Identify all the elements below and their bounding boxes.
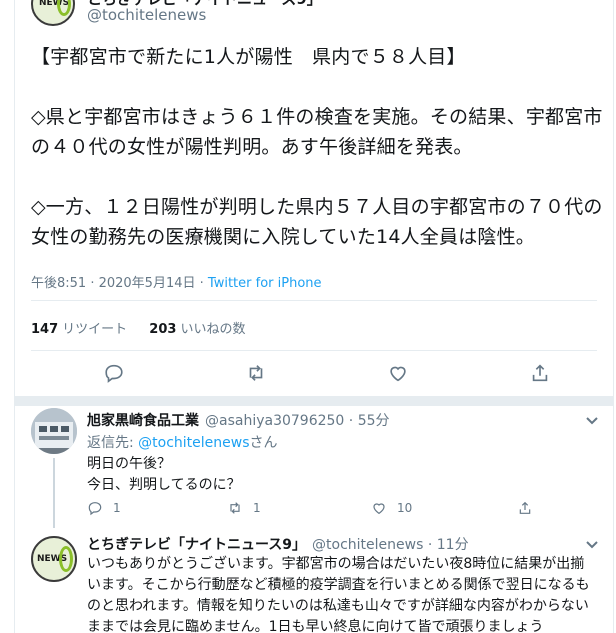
retweet-count: 1: [253, 501, 261, 515]
reply-tweet[interactable]: NEWS とちぎテレビ「ナイトニュース9」 @tochitelenews · 11…: [15, 530, 613, 633]
reply-header: とちぎテレビ「ナイトニュース9」 @tochitelenews · 11分: [87, 534, 469, 554]
share-icon: [532, 364, 548, 382]
heart-icon: [373, 503, 385, 515]
share-button[interactable]: [529, 362, 553, 386]
retweet-icon: [230, 502, 240, 514]
reply-icon: [88, 502, 102, 516]
nine-logo-icon: [59, 546, 73, 572]
reply-time[interactable]: · 55分: [349, 413, 390, 429]
more-options-button[interactable]: [585, 412, 599, 426]
avatar[interactable]: NEWS: [31, 0, 75, 26]
reply-author-name[interactable]: とちぎテレビ「ナイトニュース9」: [87, 537, 306, 553]
retweets-count: 147: [31, 322, 59, 337]
tweet-stats: 147 リツイート 203 いいねの数: [31, 318, 263, 337]
likes-label: いいねの数: [180, 322, 246, 337]
more-options-button[interactable]: [585, 536, 599, 550]
retweet-icon: [249, 365, 263, 381]
reply-icon: [105, 364, 123, 383]
tweet-actions: [15, 362, 613, 390]
avatar[interactable]: NEWS: [31, 536, 77, 582]
reply-time[interactable]: · 11分: [428, 537, 469, 553]
reply-author-handle[interactable]: @asahiya30796250: [205, 413, 344, 429]
reply-button[interactable]: [103, 362, 127, 386]
like-button[interactable]: 10: [371, 498, 412, 518]
likes-count: 203: [149, 322, 177, 337]
retweets-stat[interactable]: 147 リツイート: [31, 322, 127, 337]
share-button[interactable]: [517, 498, 543, 518]
chevron-down-icon: [586, 541, 598, 549]
reply-button[interactable]: 1: [87, 498, 121, 518]
reply-author-name[interactable]: 旭家黒崎食品工業: [87, 413, 199, 429]
reply-to-prefix: 返信先:: [87, 435, 139, 451]
chevron-down-icon: [586, 417, 598, 425]
building-photo-icon: [31, 408, 77, 454]
reply-tweet[interactable]: 旭家黒崎食品工業 @asahiya30796250 · 55分 返信先: @toc…: [15, 406, 613, 528]
reply-to-line: 返信先: @tochitelenewsさん: [87, 432, 278, 452]
tweet-text: 【宇都宮市で新たに1人が陽性 県内で５８人目】 ◇県と宇都宮市はきょう６１件の検…: [31, 46, 603, 248]
reply-author-handle[interactable]: @tochitelenews: [312, 537, 423, 553]
reply-header: 旭家黒崎食品工業 @asahiya30796250 · 55分: [87, 410, 390, 430]
avatar[interactable]: [31, 408, 77, 454]
nine-logo-icon: [57, 0, 71, 16]
reply-count: 1: [113, 501, 121, 515]
tweet-timestamp[interactable]: 午後8:51 · 2020年5月14日: [31, 276, 196, 291]
like-count: 10: [397, 501, 413, 515]
meta-separator: ·: [199, 276, 204, 291]
tweet-meta: 午後8:51 · 2020年5月14日 · Twitter for iPhone: [31, 272, 322, 291]
tweet-detail-panel: NEWS とちぎテレビ「ナイトニュース9」 @tochitelenews 【宇都…: [14, 0, 614, 633]
share-icon: [519, 501, 531, 514]
divider: [31, 350, 597, 351]
reply-text: いつもありがとうございます。宇都宮市の場合はだいたい夜8時位に結果が出揃います。…: [87, 556, 590, 633]
likes-stat[interactable]: 203 いいねの数: [149, 322, 245, 337]
tweet-source-link[interactable]: Twitter for iPhone: [208, 276, 322, 291]
retweets-label: リツイート: [62, 322, 128, 337]
author-handle[interactable]: @tochitelenews: [87, 6, 206, 24]
reply-to-handle-link[interactable]: @tochitelenews: [138, 435, 249, 451]
heart-icon: [390, 366, 406, 382]
divider: [31, 300, 597, 301]
like-button[interactable]: [387, 362, 411, 386]
main-tweet: NEWS とちぎテレビ「ナイトニュース9」 @tochitelenews 【宇都…: [15, 0, 613, 400]
reply-actions: 1 1 10: [87, 498, 597, 518]
retweet-button[interactable]: 1: [227, 498, 261, 518]
reply-text: 明日の午後？ 今日、判明してるのに？: [87, 456, 241, 493]
thread-line: [53, 458, 55, 528]
section-separator: [15, 396, 613, 406]
retweet-button[interactable]: [245, 362, 269, 386]
reply-to-suffix: さん: [249, 435, 278, 451]
